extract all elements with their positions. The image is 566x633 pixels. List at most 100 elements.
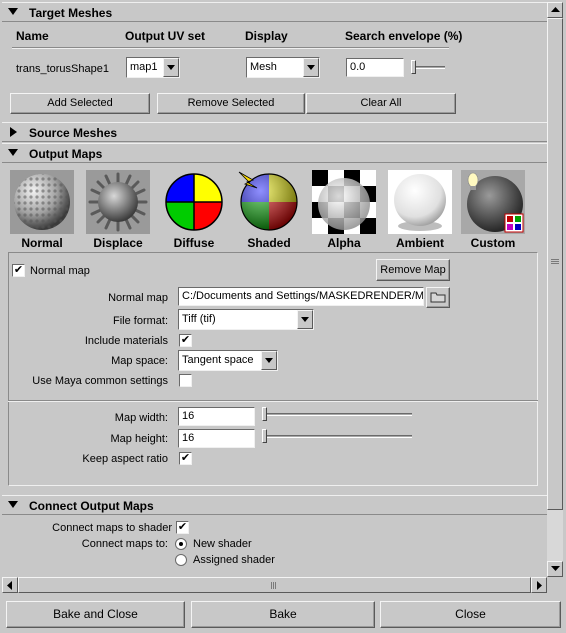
normal-map-thumb[interactable] — [10, 170, 74, 234]
normal-map-label[interactable]: Normal — [5, 236, 79, 250]
shaded-map-label[interactable]: Shaded — [232, 236, 306, 250]
map-space-combo[interactable]: Tangent space — [178, 350, 278, 371]
search-envelope-field[interactable]: 0.0 — [346, 58, 404, 77]
vertical-scroll-thumb[interactable] — [547, 18, 563, 510]
search-envelope-value: 0.0 — [350, 61, 366, 73]
displace-map-thumb[interactable] — [86, 170, 150, 234]
table-divider — [12, 47, 449, 49]
alpha-map-thumb[interactable] — [312, 170, 376, 234]
mesh-name: trans_torusShape1 — [16, 63, 109, 75]
connect-to-shader-checkbox[interactable]: ✔ — [176, 521, 189, 534]
source-meshes-title: Source Meshes — [29, 126, 118, 140]
custom-sphere-icon — [461, 170, 525, 234]
displace-spiky-sphere-icon — [86, 170, 150, 234]
remove-selected-button[interactable]: Remove Selected — [157, 93, 305, 114]
horizontal-scrollbar[interactable] — [2, 577, 547, 593]
diffuse-map-thumb[interactable] — [162, 170, 226, 234]
scroll-left-button[interactable] — [2, 577, 18, 593]
map-height-label: Map height: — [110, 433, 168, 445]
use-maya-settings-label: Use Maya common settings — [32, 375, 168, 387]
target-meshes-title: Target Meshes — [29, 6, 113, 20]
check-icon: ✔ — [180, 452, 191, 464]
bake-and-close-button[interactable]: Bake and Close — [6, 601, 185, 628]
new-shader-radio[interactable] — [175, 538, 187, 550]
include-materials-checkbox[interactable]: ✔ — [179, 334, 192, 347]
collapse-arrow-icon — [8, 149, 18, 156]
displace-map-label[interactable]: Displace — [81, 236, 155, 250]
arrow-up-icon — [551, 7, 560, 12]
normal-map-path-field[interactable]: C:/Documents and Settings/MASKEDRENDER/M — [178, 287, 424, 306]
bake-button[interactable]: Bake — [191, 601, 375, 628]
arrow-left-icon — [7, 581, 12, 590]
map-width-slider[interactable] — [264, 413, 412, 416]
check-icon: ✔ — [177, 521, 188, 533]
col-envelope-header: Search envelope (%) — [345, 29, 463, 43]
collapse-arrow-icon — [8, 8, 18, 15]
alpha-checker-sphere-icon — [312, 170, 376, 234]
display-combo[interactable]: Mesh — [246, 57, 320, 78]
normal-map-path-value: C:/Documents and Settings/MASKEDRENDER/M — [182, 290, 424, 302]
normal-map-checkbox[interactable]: ✔ — [12, 264, 25, 277]
arrow-down-icon — [551, 566, 560, 571]
map-width-value: 16 — [182, 410, 195, 422]
keep-aspect-label: Keep aspect ratio — [82, 453, 168, 465]
chevron-down-icon — [303, 58, 319, 77]
file-format-value: Tiff (tif) — [182, 313, 216, 325]
map-height-slider[interactable] — [264, 435, 412, 438]
output-maps-header[interactable]: Output Maps — [2, 143, 547, 163]
vertical-scrollbar[interactable] — [547, 2, 563, 577]
ambient-map-thumb[interactable] — [388, 170, 452, 234]
collapse-arrow-icon — [8, 501, 18, 508]
scroll-corner — [547, 577, 563, 593]
target-meshes-header[interactable]: Target Meshes — [2, 2, 547, 22]
ambient-map-label[interactable]: Ambient — [383, 236, 457, 250]
shaded-map-thumb[interactable] — [237, 170, 301, 234]
map-height-field[interactable]: 16 — [178, 429, 255, 448]
assigned-shader-radio[interactable] — [175, 554, 187, 566]
diffuse-map-label[interactable]: Diffuse — [157, 236, 231, 250]
file-format-combo[interactable]: Tiff (tif) — [178, 309, 314, 330]
keep-aspect-checkbox[interactable]: ✔ — [179, 452, 192, 465]
clear-all-button[interactable]: Clear All — [306, 93, 456, 114]
uv-set-combo[interactable]: map1 — [126, 57, 180, 78]
horizontal-scroll-thumb[interactable] — [18, 577, 531, 593]
output-maps-title: Output Maps — [29, 147, 103, 161]
scroll-up-button[interactable] — [547, 2, 563, 18]
check-icon: ✔ — [13, 264, 24, 276]
search-envelope-slider-handle[interactable] — [411, 60, 416, 74]
map-space-value: Tangent space — [182, 354, 254, 366]
source-meshes-header[interactable]: Source Meshes — [2, 122, 547, 142]
scroll-down-button[interactable] — [547, 561, 563, 577]
add-selected-button[interactable]: Add Selected — [10, 93, 150, 114]
map-width-slider-handle[interactable] — [262, 407, 267, 421]
browse-folder-button[interactable] — [426, 287, 450, 308]
connect-output-maps-header[interactable]: Connect Output Maps — [2, 495, 547, 515]
map-space-label: Map space: — [111, 355, 168, 367]
chevron-down-icon — [261, 351, 277, 370]
expand-arrow-icon — [10, 127, 17, 137]
shaded-sphere-icon — [237, 170, 301, 234]
new-shader-label: New shader — [193, 538, 252, 550]
remove-map-button[interactable]: Remove Map — [376, 259, 450, 281]
col-display-header: Display — [245, 29, 288, 43]
map-width-field[interactable]: 16 — [178, 407, 255, 426]
use-maya-settings-checkbox[interactable] — [179, 374, 192, 387]
check-icon: ✔ — [180, 334, 191, 346]
custom-map-thumb[interactable] — [461, 170, 525, 234]
connect-to-shader-label: Connect maps to shader — [52, 522, 172, 534]
col-uvset-header: Output UV set — [125, 29, 205, 43]
custom-map-label[interactable]: Custom — [456, 236, 530, 250]
chevron-down-icon — [297, 310, 313, 329]
grip-icon — [271, 582, 272, 589]
search-envelope-slider[interactable] — [412, 66, 445, 69]
close-button[interactable]: Close — [380, 601, 561, 628]
map-width-label: Map width: — [114, 412, 168, 424]
normal-map-path-label: Normal map — [108, 292, 168, 304]
alpha-map-label[interactable]: Alpha — [307, 236, 381, 250]
map-height-slider-handle[interactable] — [262, 429, 267, 443]
chevron-down-icon — [163, 58, 179, 77]
connect-maps-to-label: Connect maps to: — [81, 538, 168, 550]
scroll-right-button[interactable] — [531, 577, 547, 593]
options-scroll-area: Target Meshes Name Output UV set Display… — [2, 2, 547, 577]
assigned-shader-label: Assigned shader — [193, 554, 275, 566]
